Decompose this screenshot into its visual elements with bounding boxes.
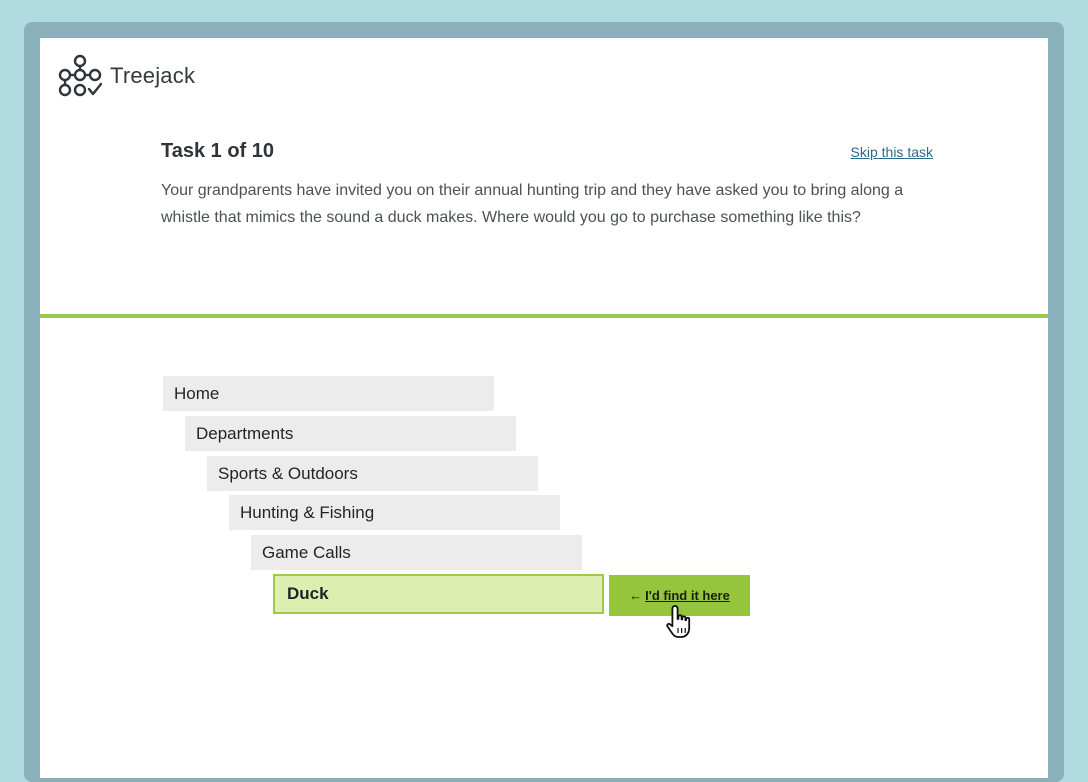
task-header: Task 1 of 10 Skip this task (161, 140, 933, 163)
skip-task-link[interactable]: Skip this task (851, 144, 933, 160)
study-window: Treejack Task 1 of 10 Skip this task You… (40, 38, 1048, 778)
tree-item-game-calls[interactable]: Game Calls (251, 535, 582, 570)
app-name: Treejack (110, 63, 196, 88)
tree-item-duck[interactable]: Duck (273, 574, 604, 614)
task-description: Your grandparents have invited you on th… (161, 182, 904, 226)
tree-item-sports-outdoors[interactable]: Sports & Outdoors (207, 456, 538, 491)
find-it-here-label: I'd find it here (645, 588, 730, 603)
tree-item-departments[interactable]: Departments (185, 416, 516, 451)
tree-item-hunting-fishing[interactable]: Hunting & Fishing (229, 495, 560, 530)
task-title: Task 1 of 10 (161, 140, 275, 162)
brand: Treejack (58, 54, 195, 98)
tree-item-home[interactable]: Home (163, 376, 494, 411)
divider (40, 314, 1048, 318)
hand-pointer-icon (666, 605, 691, 638)
left-arrow-icon: ← (629, 588, 643, 603)
treejack-logo-icon (58, 54, 102, 97)
